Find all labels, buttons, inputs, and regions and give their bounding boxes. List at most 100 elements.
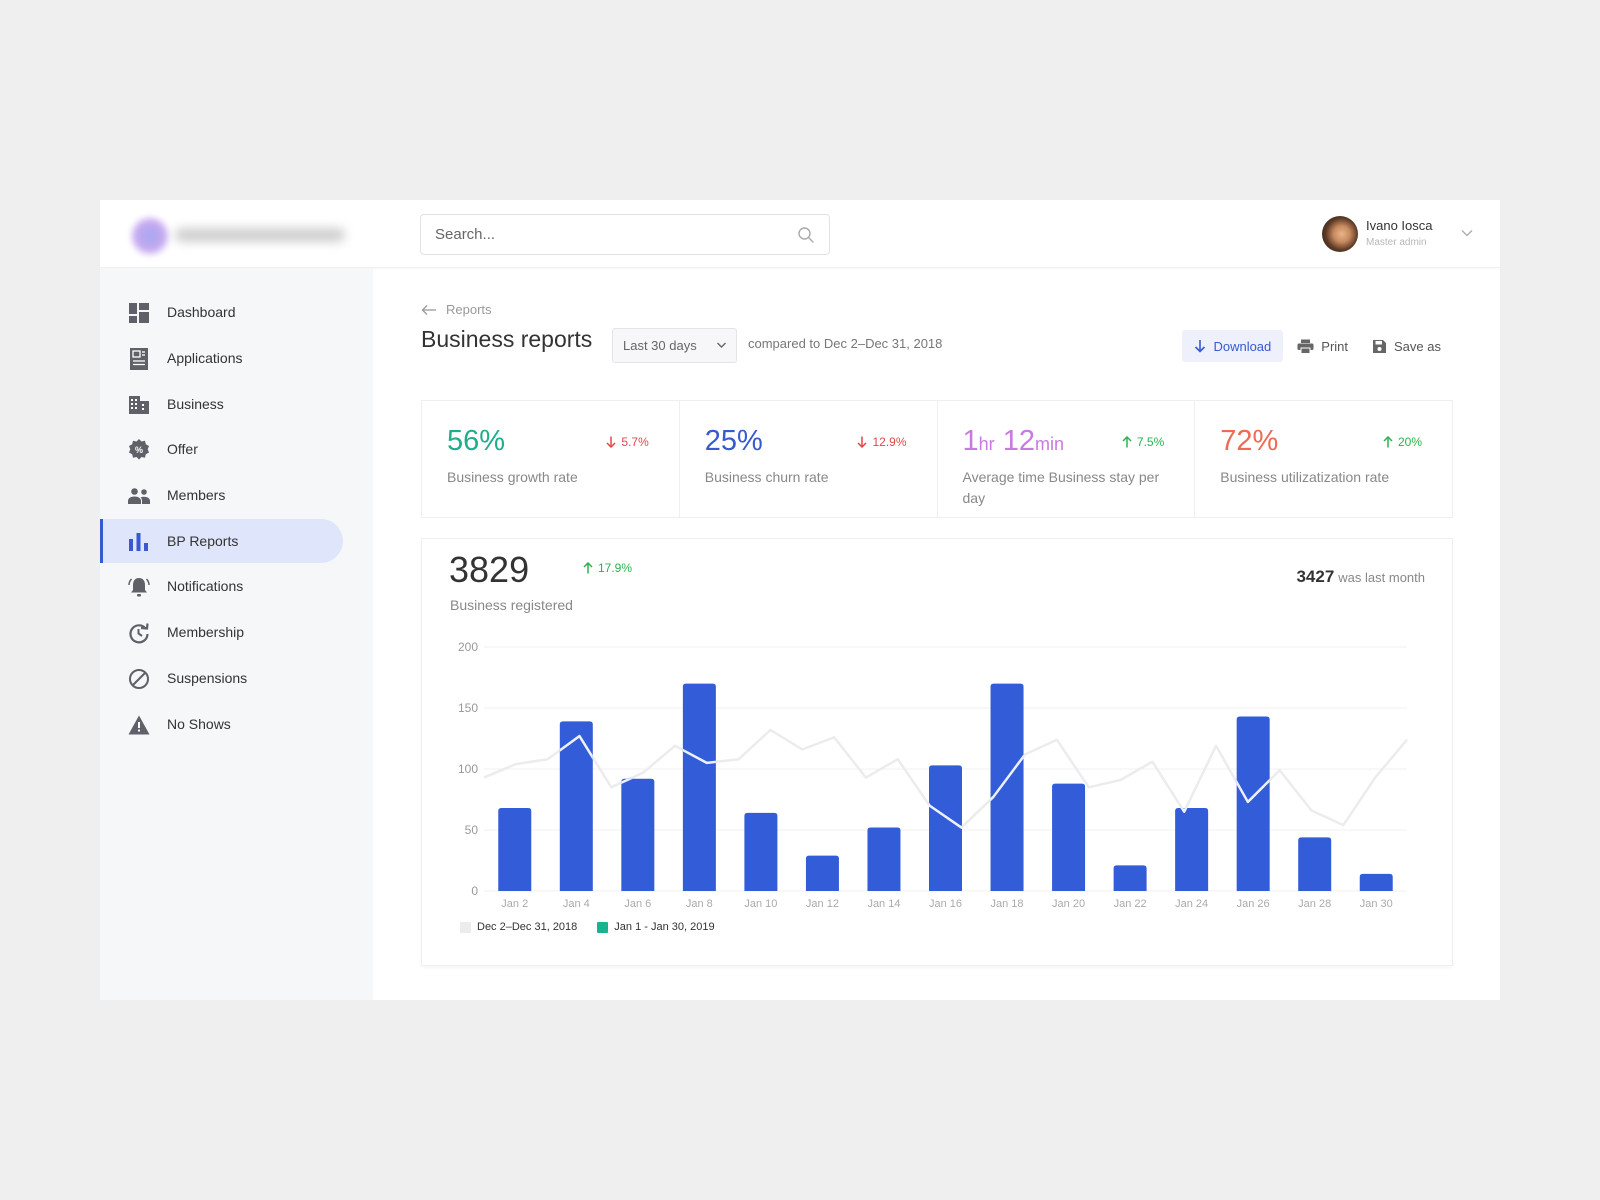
kpi-value-text: 72% bbox=[1220, 425, 1279, 457]
chevron-down-icon bbox=[717, 342, 726, 348]
print-button[interactable]: Print bbox=[1285, 330, 1360, 362]
arrow-up-icon bbox=[1383, 436, 1393, 448]
bar bbox=[682, 683, 716, 891]
kpi-card: 1hr 12min 7.5% Average time Business sta… bbox=[938, 401, 1196, 517]
last-month-label: was last month bbox=[1338, 570, 1425, 585]
x-tick-label: Jan 10 bbox=[744, 898, 777, 910]
breadcrumb[interactable]: Reports bbox=[421, 302, 492, 317]
date-range-select[interactable]: Last 30 days bbox=[612, 328, 737, 363]
bar bbox=[1175, 808, 1209, 891]
arrow-up-icon bbox=[583, 562, 593, 574]
sidebar-item-applications[interactable]: Applications bbox=[100, 336, 343, 380]
applications-icon bbox=[128, 348, 150, 370]
last-month-value: 3427 bbox=[1296, 567, 1335, 586]
y-tick-label: 50 bbox=[465, 823, 479, 837]
kpi-label: Business growth rate bbox=[447, 469, 578, 485]
sidebar-item-suspensions[interactable]: Suspensions bbox=[100, 656, 343, 700]
membership-icon bbox=[128, 622, 150, 644]
bar bbox=[498, 808, 532, 891]
user-menu[interactable]: Ivano Iosca Master admin bbox=[1322, 216, 1482, 254]
suspension-icon bbox=[128, 668, 150, 690]
kpi-label: Business utilizatization rate bbox=[1220, 469, 1390, 485]
warning-icon bbox=[128, 714, 150, 736]
logo[interactable] bbox=[130, 214, 350, 256]
sidebar-item-offer[interactable]: % Offer bbox=[100, 427, 343, 471]
sidebar-item-bp-reports[interactable]: BP Reports bbox=[100, 519, 343, 563]
sidebar-item-label: Dashboard bbox=[167, 304, 236, 320]
sidebar-item-membership[interactable]: Membership bbox=[100, 610, 343, 654]
sidebar-item-business[interactable]: Business bbox=[100, 382, 343, 426]
arrow-up-icon bbox=[1122, 436, 1132, 448]
download-label: Download bbox=[1213, 338, 1272, 354]
sidebar-item-label: BP Reports bbox=[167, 533, 239, 549]
save-as-button[interactable]: Save as bbox=[1360, 330, 1453, 362]
bar bbox=[1052, 783, 1086, 891]
main-content: Reports Business reports Last 30 days co… bbox=[373, 268, 1500, 1000]
bar bbox=[621, 778, 655, 891]
download-button[interactable]: Download bbox=[1182, 330, 1284, 362]
kpi-change: 12.9% bbox=[857, 435, 907, 449]
y-tick-label: 100 bbox=[458, 762, 478, 776]
legend-label-current: Jan 1 - Jan 30, 2019 bbox=[614, 921, 715, 933]
sidebar-item-members[interactable]: Members bbox=[100, 473, 343, 517]
kpi-row: 56% 5.7% Business growth rate 25% 12.9% B… bbox=[421, 400, 1453, 518]
page-title: Business reports bbox=[421, 326, 593, 352]
x-tick-label: Jan 4 bbox=[563, 898, 590, 910]
arrow-left-icon[interactable] bbox=[421, 304, 437, 316]
sidebar-item-label: Suspensions bbox=[167, 670, 248, 686]
kpi-value: 56% bbox=[447, 425, 505, 458]
bar bbox=[1359, 873, 1393, 891]
kpi-value-minutes-unit: min bbox=[1034, 434, 1064, 454]
user-name: Ivano Iosca bbox=[1366, 218, 1433, 233]
legend-item-current[interactable]: Jan 1 - Jan 30, 2019 bbox=[597, 921, 715, 933]
sidebar-item-label: Notifications bbox=[167, 578, 244, 594]
x-tick-label: Jan 14 bbox=[867, 898, 900, 910]
top-bar: Ivano Iosca Master admin bbox=[100, 200, 1500, 268]
sidebar-item-notifications[interactable]: Notifications bbox=[100, 564, 343, 608]
legend-swatch-previous bbox=[460, 921, 471, 933]
bar bbox=[1236, 716, 1270, 891]
kpi-value-minutes: 12 bbox=[994, 425, 1035, 457]
arrow-down-icon bbox=[857, 436, 867, 448]
sidebar-item-label: Offer bbox=[167, 441, 198, 457]
bar bbox=[1113, 865, 1147, 891]
last-month: 3427 was last month bbox=[1296, 567, 1425, 587]
y-tick-label: 0 bbox=[471, 884, 478, 898]
kpi-change-value: 7.5% bbox=[1136, 435, 1165, 449]
report-actions: Download Print Save as bbox=[1182, 330, 1453, 362]
x-tick-label: Jan 20 bbox=[1052, 898, 1085, 910]
y-tick-label: 150 bbox=[458, 701, 478, 715]
kpi-card: 72% 20% Business utilizatization rate bbox=[1195, 401, 1452, 517]
sidebar-item-label: Applications bbox=[167, 350, 243, 366]
app-window: Ivano Iosca Master admin Dashboard Applic… bbox=[100, 200, 1500, 1000]
print-label: Print bbox=[1321, 338, 1349, 354]
registered-change: 17.9% bbox=[583, 561, 632, 575]
sidebar-item-no-shows[interactable]: No Shows bbox=[100, 702, 343, 746]
kpi-change-value: 20% bbox=[1397, 435, 1422, 449]
sidebar-item-label: Members bbox=[167, 487, 226, 503]
sidebar-item-dashboard[interactable]: Dashboard bbox=[100, 290, 343, 334]
dashboard-icon bbox=[128, 302, 150, 324]
arrow-down-icon bbox=[606, 436, 616, 448]
y-tick-label: 200 bbox=[458, 640, 478, 654]
kpi-label: Average time Business stay per day bbox=[962, 469, 1160, 506]
avatar[interactable] bbox=[1322, 216, 1358, 252]
printer-icon bbox=[1297, 339, 1314, 354]
chevron-down-icon[interactable] bbox=[1460, 226, 1474, 240]
legend-swatch-current bbox=[597, 921, 609, 933]
sidebar-item-label: No Shows bbox=[167, 716, 231, 732]
logo-mark bbox=[130, 216, 170, 256]
x-tick-label: Jan 16 bbox=[929, 898, 962, 910]
search-input[interactable] bbox=[435, 215, 775, 254]
bar-chart-icon bbox=[128, 531, 150, 553]
breadcrumb-reports[interactable]: Reports bbox=[446, 302, 492, 317]
legend-item-previous[interactable]: Dec 2–Dec 31, 2018 bbox=[460, 921, 577, 933]
download-icon bbox=[1195, 340, 1206, 353]
x-tick-label: Jan 8 bbox=[686, 898, 713, 910]
kpi-card: 56% 5.7% Business growth rate bbox=[422, 401, 680, 517]
kpi-value: 1hr 12min bbox=[963, 425, 1065, 458]
sidebar-item-label: Business bbox=[167, 396, 224, 412]
search-icon[interactable] bbox=[797, 226, 815, 244]
kpi-value-text: 56% bbox=[447, 425, 506, 457]
user-role: Master admin bbox=[1366, 237, 1427, 248]
